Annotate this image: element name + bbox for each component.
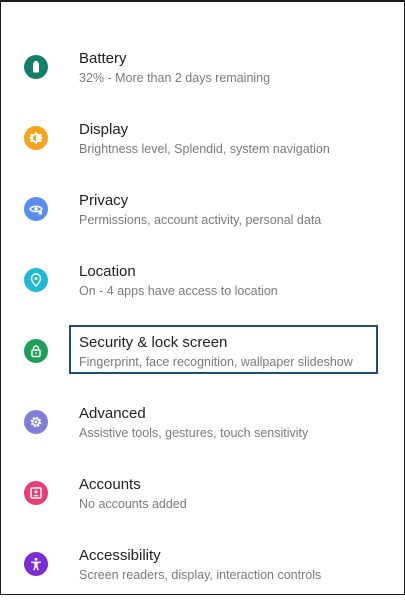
- settings-list: Battery 32% - More than 2 days remaining…: [0, 36, 405, 604]
- privacy-eye-icon: [24, 197, 48, 221]
- lock-icon: [24, 339, 48, 363]
- battery-icon: [24, 55, 48, 79]
- settings-item-advanced[interactable]: Advanced Assistive tools, gestures, touc…: [0, 391, 405, 462]
- brightness-icon: [24, 126, 48, 150]
- settings-item-title: Battery: [79, 50, 127, 67]
- settings-item-title: Advanced: [79, 405, 146, 422]
- gear-icon: [24, 410, 48, 434]
- accessibility-icon: [24, 552, 48, 576]
- settings-item-subtitle: Permissions, account activity, personal …: [79, 213, 322, 227]
- settings-item-display[interactable]: Display Brightness level, Splendid, syst…: [0, 107, 405, 178]
- settings-item-title: Accounts: [79, 476, 141, 493]
- settings-item-subtitle: On - 4 apps have access to location: [79, 284, 278, 298]
- settings-item-title: Accessibility: [79, 547, 161, 564]
- account-card-icon: [24, 481, 48, 505]
- settings-item-privacy[interactable]: Privacy Permissions, account activity, p…: [0, 178, 405, 249]
- settings-item-subtitle: 32% - More than 2 days remaining: [79, 71, 271, 85]
- settings-item-subtitle: Assistive tools, gestures, touch sensiti…: [79, 426, 309, 440]
- location-pin-icon: [24, 268, 48, 292]
- settings-item-subtitle: Brightness level, Splendid, system navig…: [79, 142, 330, 156]
- settings-item-title: Location: [79, 263, 136, 280]
- settings-item-title: Display: [79, 121, 129, 138]
- settings-item-location[interactable]: Location On - 4 apps have access to loca…: [0, 249, 405, 320]
- settings-item-title: Security & lock screen: [79, 334, 228, 351]
- settings-item-subtitle: Screen readers, display, interaction con…: [79, 568, 322, 582]
- settings-item-battery[interactable]: Battery 32% - More than 2 days remaining: [0, 36, 405, 107]
- settings-item-accounts[interactable]: Accounts No accounts added: [0, 462, 405, 533]
- settings-item-title: Privacy: [79, 192, 129, 209]
- settings-item-subtitle: Fingerprint, face recognition, wallpaper…: [79, 355, 353, 369]
- settings-item-accessibility[interactable]: Accessibility Screen readers, display, i…: [0, 533, 405, 604]
- settings-item-subtitle: No accounts added: [79, 497, 187, 511]
- settings-item-security[interactable]: Security & lock screen Fingerprint, face…: [0, 320, 405, 391]
